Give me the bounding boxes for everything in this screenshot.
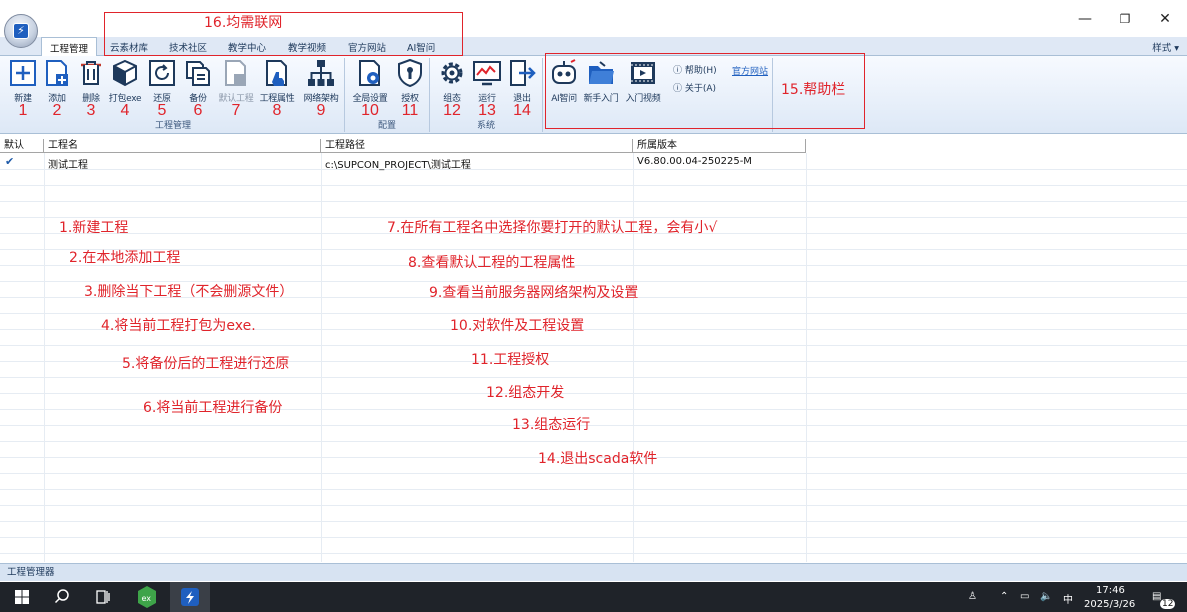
restore-project-button[interactable]: 还原 5 (144, 58, 180, 119)
annotation-number: 12 (443, 102, 461, 119)
annotation-box-network (104, 12, 463, 56)
app-logo-icon: ⚡ (13, 23, 29, 39)
trash-icon (81, 61, 101, 85)
table-header: 默认 工程名 工程路径 所属版本 (0, 139, 806, 153)
annotation-number: 2 (52, 102, 62, 119)
taskbar-app-scada[interactable] (170, 582, 210, 612)
annotation-number: 5 (157, 102, 167, 119)
start-button[interactable] (2, 582, 42, 612)
new-icon (10, 60, 36, 86)
shield-lock-icon (398, 58, 422, 88)
annotation-number: 10 (361, 102, 379, 119)
settings-doc-icon (359, 60, 380, 86)
default-doc-icon (225, 60, 246, 86)
search-icon (54, 589, 69, 604)
app-menu-button[interactable]: ⚡ (4, 14, 38, 48)
new-project-button[interactable]: 新建 1 (5, 58, 41, 119)
search-button[interactable] (42, 582, 82, 612)
annotation-number: 8 (272, 102, 282, 119)
annotation-number: 14 (513, 102, 531, 119)
network-tree-icon (308, 60, 334, 86)
note-12: 12.组态开发 (486, 385, 565, 401)
status-bar: 工程管理器 (0, 563, 1187, 581)
note-3: 3.删除当下工程（不会删源文件） (84, 284, 294, 300)
style-menu[interactable]: 样式 ▾ (1152, 40, 1179, 54)
note-11: 11.工程授权 (471, 352, 550, 368)
annotation-number: 4 (120, 102, 130, 119)
package-exe-button[interactable]: 打包exe 4 (107, 58, 143, 119)
default-project-button[interactable]: 默认工程 7 (218, 58, 254, 119)
note-13: 13.组态运行 (512, 417, 591, 433)
task-view-button[interactable] (82, 582, 122, 612)
add-project-button[interactable]: 添加 2 (39, 58, 75, 119)
excel-hex-icon: ex (138, 586, 156, 608)
task-view-icon (96, 590, 110, 604)
annotation-number: 13 (478, 102, 496, 119)
windows-logo-icon (15, 590, 29, 604)
volume-icon[interactable]: 🔈 (1040, 591, 1052, 602)
clock-date[interactable]: 2025/3/26 (1084, 599, 1135, 610)
note-2: 2.在本地添加工程 (69, 250, 181, 266)
note-8: 8.查看默认工程的工程属性 (408, 255, 576, 271)
delete-project-button[interactable]: 删除 3 (73, 58, 109, 119)
annotation-number: 7 (231, 102, 241, 119)
annotation-network-label: 16.均需联网 (204, 15, 283, 31)
configure-button[interactable]: 组态 12 (434, 58, 470, 119)
cell-version: V6.80.00.04-250225-M (637, 156, 752, 167)
close-button[interactable]: ✕ (1150, 8, 1180, 30)
note-9: 9.查看当前服务器网络架构及设置 (429, 285, 639, 301)
project-properties-button[interactable]: 工程属性 8 (259, 58, 295, 119)
note-4: 4.将当前工程打包为exe. (101, 318, 256, 334)
global-settings-button[interactable]: 全局设置 10 (352, 58, 388, 119)
network-icon[interactable]: ▭ (1020, 591, 1029, 602)
exit-door-icon (510, 60, 536, 86)
annotation-help-label: 15.帮助栏 (781, 82, 846, 98)
annotation-number: 9 (316, 102, 326, 119)
column-version[interactable]: 所属版本 (633, 139, 806, 153)
license-button[interactable]: 授权 11 (392, 58, 428, 119)
monitor-chart-icon (473, 61, 501, 86)
column-default[interactable]: 默认 (0, 139, 44, 153)
note-5: 5.将备份后的工程进行还原 (122, 356, 290, 372)
network-architecture-button[interactable]: 网络架构 9 (303, 58, 339, 119)
column-project-name[interactable]: 工程名 (44, 139, 321, 153)
tab-project-management[interactable]: 工程管理 (41, 37, 98, 57)
default-check-icon: ✔ (5, 155, 15, 168)
project-table: 默认 工程名 工程路径 所属版本 ✔ 测试工程 c:\SUPCON_PROJEC… (0, 139, 1187, 562)
ime-indicator[interactable]: 中 (1063, 591, 1073, 606)
note-14: 14.退出scada软件 (538, 451, 658, 467)
run-button[interactable]: 运行 13 (469, 58, 505, 119)
annotation-number: 11 (401, 102, 419, 119)
restore-button[interactable]: ❐ (1110, 8, 1140, 30)
note-10: 10.对软件及工程设置 (450, 318, 585, 334)
cell-project-path: c:\SUPCON_PROJECT\测试工程 (325, 160, 471, 171)
note-1: 1.新建工程 (59, 220, 129, 236)
restore-icon (149, 60, 175, 86)
exit-button[interactable]: 退出 14 (504, 58, 540, 119)
scada-app-icon (181, 588, 199, 606)
properties-doc-icon (266, 60, 287, 86)
backup-project-button[interactable]: 备份 6 (180, 58, 216, 119)
minimize-button[interactable]: — (1070, 8, 1100, 30)
annotation-number: 3 (86, 102, 96, 119)
package-box-icon (113, 59, 137, 87)
taskbar-app-excel[interactable]: ex (127, 582, 167, 612)
taskbar: ex ♙ ⌃ ▭ 🔈 中 17:46 2025/3/26 ▤ 12 (0, 582, 1187, 612)
notification-count-badge: 12 (1160, 599, 1176, 609)
cell-project-name: 测试工程 (48, 160, 88, 171)
note-6: 6.将当前工程进行备份 (143, 400, 283, 416)
column-project-path[interactable]: 工程路径 (321, 139, 633, 153)
svg-text:ex: ex (142, 594, 152, 603)
note-7: 7.在所有工程名中选择你要打开的默认工程，会有小√ (387, 220, 718, 236)
tray-chevron-up-icon[interactable]: ⌃ (1000, 591, 1008, 602)
clock-time[interactable]: 17:46 (1096, 585, 1125, 596)
people-icon[interactable]: ♙ (968, 591, 977, 602)
copy-icon (186, 61, 210, 86)
gear-icon (441, 62, 463, 84)
annotation-number: 6 (193, 102, 203, 119)
annotation-number: 1 (18, 102, 28, 119)
add-icon (46, 60, 68, 86)
